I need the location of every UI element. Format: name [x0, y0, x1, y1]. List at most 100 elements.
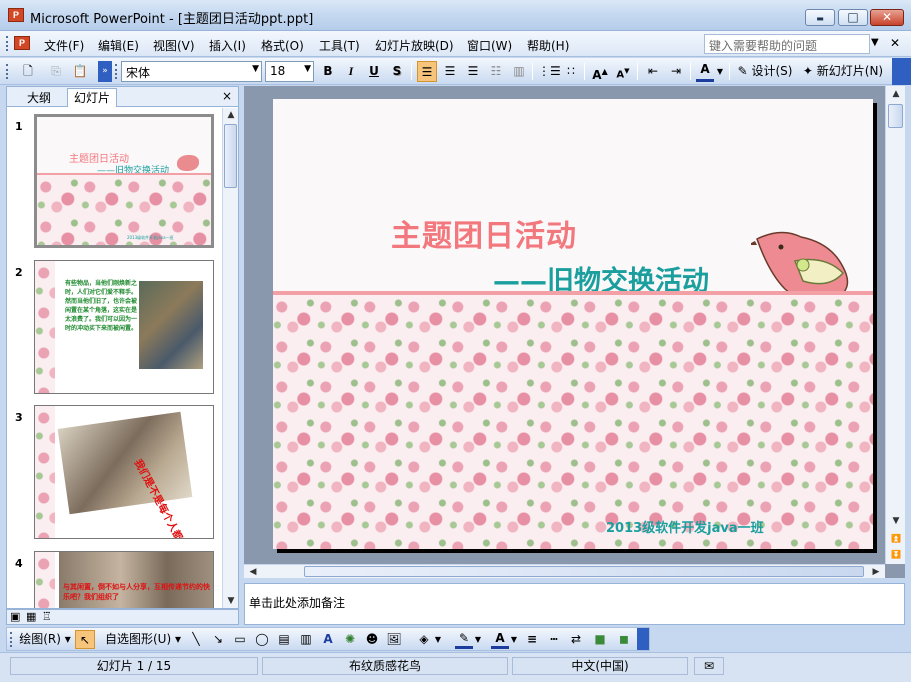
- previous-slide-icon[interactable]: ⏫: [888, 532, 904, 546]
- line-color-icon[interactable]: ✎: [455, 630, 473, 649]
- scroll-up-icon[interactable]: ▲: [888, 87, 904, 101]
- fill-color-icon[interactable]: ◈: [415, 630, 433, 649]
- toolbar-options-icon[interactable]: »: [98, 61, 112, 82]
- underline-button[interactable]: U: [364, 61, 384, 82]
- help-dropdown-icon[interactable]: ▼: [871, 37, 879, 48]
- toolbar-options-icon[interactable]: [892, 58, 911, 85]
- slide-thumbnail-1[interactable]: 主题团日活动 ——旧物交换活动 2013级软件开发java一班: [34, 114, 214, 248]
- chevron-down-icon[interactable]: ▼: [509, 630, 519, 649]
- font-color-icon[interactable]: A: [696, 61, 714, 82]
- scroll-down-icon[interactable]: ▼: [888, 514, 904, 528]
- 3d-style-icon[interactable]: ◼: [615, 630, 633, 649]
- slide-thumbnail-4[interactable]: 与其闲置，倒不如与人分享，互相传递节约的快乐吧？我们组织了: [34, 551, 214, 608]
- vertical-textbox-icon[interactable]: ▥: [297, 630, 315, 649]
- menu-tools[interactable]: 工具(T): [319, 37, 360, 54]
- chevron-down-icon[interactable]: ▼: [473, 630, 483, 649]
- toolbar-grip-handle-2[interactable]: [115, 64, 118, 79]
- bold-button[interactable]: B: [318, 61, 338, 82]
- draw-menu-button[interactable]: 绘图(R) ▾: [19, 630, 71, 649]
- wordart-icon[interactable]: A: [319, 630, 337, 649]
- menu-grip-handle[interactable]: [6, 36, 9, 51]
- next-slide-icon[interactable]: ⏬: [888, 548, 904, 562]
- line-style-icon[interactable]: ≡: [523, 630, 541, 649]
- font-name-select[interactable]: 宋体 ▼: [121, 61, 262, 82]
- maximize-button[interactable]: □: [838, 9, 868, 26]
- close-button[interactable]: ✕: [870, 9, 904, 26]
- chevron-down-icon[interactable]: ▼: [715, 61, 725, 82]
- scroll-left-icon[interactable]: ◀: [245, 565, 261, 579]
- scroll-thumb[interactable]: [224, 124, 237, 188]
- rectangle-icon[interactable]: ▭: [231, 630, 249, 649]
- font-color-icon[interactable]: A: [491, 630, 509, 649]
- spelling-status-icon[interactable]: ✉: [694, 657, 724, 675]
- new-document-icon[interactable]: 🗋: [18, 61, 38, 82]
- document-icon[interactable]: P: [14, 36, 30, 50]
- slide-vertical-scrollbar[interactable]: ▲ ▼ ⏫ ⏬: [885, 86, 905, 564]
- slide-title[interactable]: 主题团日活动: [391, 211, 577, 255]
- arrow-icon[interactable]: ↘: [209, 630, 227, 649]
- scroll-right-icon[interactable]: ▶: [868, 565, 884, 579]
- slide-thumbnail-2[interactable]: 有些物品，当他们刚焕新之时，人们对它们爱不释手。然而当他们旧了，也许会被闲置在某…: [34, 260, 214, 394]
- menu-view[interactable]: 视图(V): [153, 37, 195, 54]
- bullets-icon[interactable]: ∷: [561, 61, 581, 82]
- decrease-indent-icon[interactable]: ⇤: [643, 61, 663, 82]
- arrow-style-icon[interactable]: ⇄: [567, 630, 585, 649]
- picture-icon[interactable]: 🖼: [385, 630, 403, 649]
- autoshapes-button[interactable]: 自选图形(U) ▾: [103, 630, 183, 649]
- menu-insert[interactable]: 插入(I): [209, 37, 246, 54]
- clipart-icon[interactable]: ☻: [363, 630, 381, 649]
- toolbar-grip-handle[interactable]: [6, 64, 9, 79]
- italic-button[interactable]: I: [341, 61, 361, 82]
- chevron-down-icon[interactable]: ▼: [433, 630, 443, 649]
- decrease-font-icon[interactable]: A▼: [613, 61, 633, 82]
- numbering-icon[interactable]: ⋮☰: [538, 61, 561, 82]
- scroll-up-icon[interactable]: ▲: [223, 108, 239, 122]
- diagram-icon[interactable]: ✺: [341, 630, 359, 649]
- minimize-button[interactable]: ▬: [805, 9, 835, 26]
- text-shadow-button[interactable]: S: [387, 61, 407, 82]
- toolbar-grip-handle[interactable]: [10, 632, 13, 647]
- increase-font-icon[interactable]: A▲: [590, 61, 610, 82]
- slideshow-icon[interactable]: ♖: [42, 610, 52, 623]
- scroll-down-icon[interactable]: ▼: [223, 594, 239, 608]
- select-pointer-icon[interactable]: ↖: [75, 630, 95, 649]
- slide-footer-text[interactable]: 2013级软件开发java一班: [606, 517, 764, 536]
- menu-file[interactable]: 文件(F): [44, 37, 84, 54]
- increase-indent-icon[interactable]: ⇥: [666, 61, 686, 82]
- help-search-input[interactable]: 键入需要帮助的问题: [704, 34, 870, 54]
- tab-slides[interactable]: 幻灯片: [67, 88, 118, 107]
- scroll-thumb[interactable]: [304, 566, 864, 577]
- textbox-icon[interactable]: ▤: [275, 630, 293, 649]
- document-close-icon[interactable]: ✕: [890, 36, 900, 50]
- font-size-select[interactable]: 18 ▼: [265, 61, 314, 82]
- column-icon[interactable]: ▥: [509, 61, 529, 82]
- menu-window[interactable]: 窗口(W): [467, 37, 512, 54]
- align-right-icon[interactable]: ☰: [463, 61, 483, 82]
- normal-view-icon[interactable]: ▣: [10, 610, 20, 623]
- distributed-align-icon[interactable]: ☷: [486, 61, 506, 82]
- shadow-style-icon[interactable]: ■: [591, 630, 609, 649]
- oval-icon[interactable]: ◯: [253, 630, 271, 649]
- slide-horizontal-scrollbar[interactable]: ◀ ▶: [244, 564, 885, 578]
- paste-icon[interactable]: 📋: [70, 61, 90, 82]
- scroll-thumb[interactable]: [888, 104, 903, 128]
- menu-format[interactable]: 格式(O): [261, 37, 304, 54]
- dash-style-icon[interactable]: ┅: [545, 630, 563, 649]
- toolbar-options-icon[interactable]: [637, 628, 649, 650]
- menu-help[interactable]: 帮助(H): [527, 37, 569, 54]
- design-button[interactable]: ✎ 设计(S): [735, 61, 795, 82]
- notes-pane[interactable]: 单击此处添加备注: [244, 583, 905, 625]
- close-icon[interactable]: ×: [222, 89, 232, 103]
- current-slide[interactable]: 主题团日活动 ——旧物交换活动 2013级软件开发java一班: [273, 99, 873, 549]
- slide-sorter-icon[interactable]: ▦: [26, 610, 36, 623]
- align-center-icon[interactable]: ☰: [440, 61, 460, 82]
- thumbnail-scrollbar[interactable]: ▲ ▼: [222, 108, 238, 608]
- slide-thumbnail-3[interactable]: 我们是不是每个人都有一些闲置的东西？: [34, 405, 214, 539]
- copy-icon[interactable]: ⎘: [46, 61, 66, 82]
- align-left-icon[interactable]: ☰: [417, 61, 437, 82]
- menu-edit[interactable]: 编辑(E): [98, 37, 139, 54]
- tab-outline[interactable]: 大纲: [27, 89, 51, 106]
- new-slide-button[interactable]: ✦ 新幻灯片(N): [800, 61, 886, 82]
- line-icon[interactable]: ╲: [187, 630, 205, 649]
- powerpoint-app-icon[interactable]: P: [8, 8, 24, 22]
